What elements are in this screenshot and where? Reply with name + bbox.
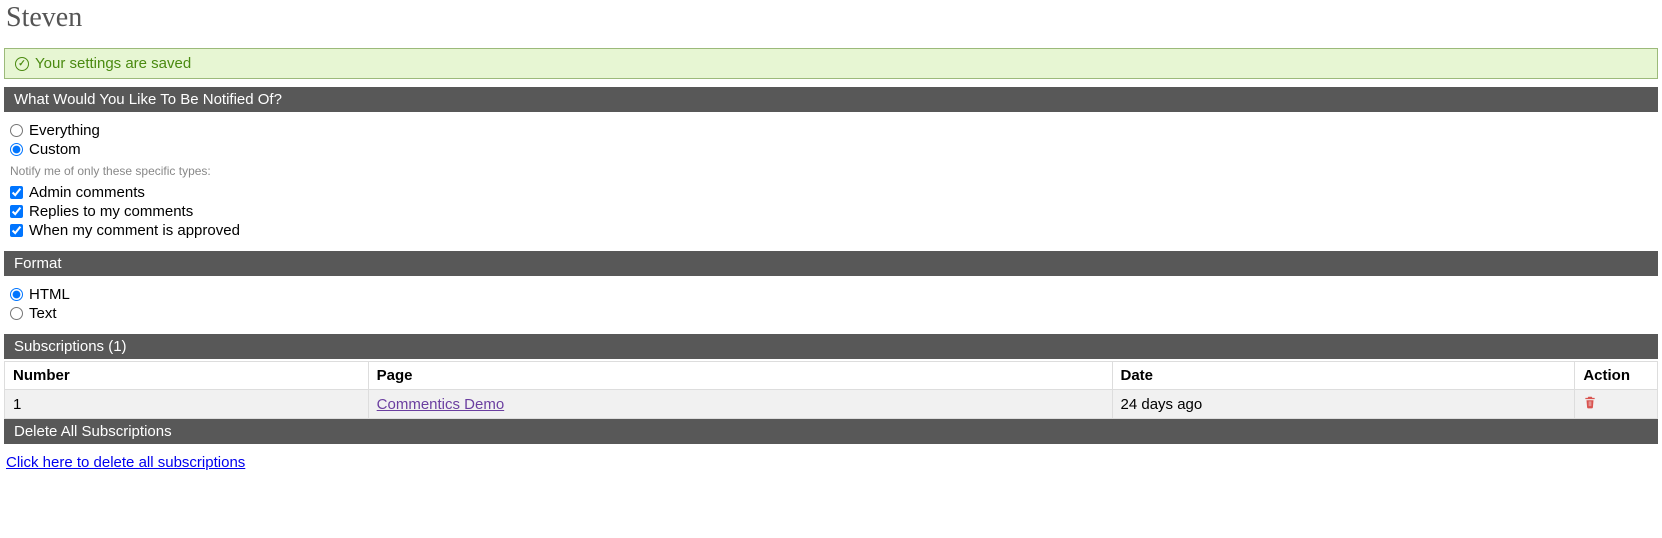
page-title: Steven <box>6 2 1658 34</box>
notify-hint: Notify me of only these specific types: <box>10 164 1652 178</box>
check-circle-icon: ✓ <box>15 57 29 71</box>
cell-action <box>1575 390 1658 419</box>
check-replies-label: Replies to my comments <box>29 203 193 220</box>
table-row: 1 Commentics Demo 24 days ago <box>5 390 1658 419</box>
radio-text[interactable] <box>10 307 23 320</box>
subscription-page-link[interactable]: Commentics Demo <box>377 396 505 413</box>
col-page-header: Page <box>368 362 1112 390</box>
trash-icon[interactable] <box>1583 396 1597 413</box>
radio-everything[interactable] <box>10 124 23 137</box>
notify-section-body: Everything Custom Notify me of only thes… <box>4 112 1658 251</box>
check-approved[interactable] <box>10 224 23 237</box>
radio-custom-label: Custom <box>29 141 81 158</box>
alert-success: ✓ Your settings are saved <box>4 48 1658 79</box>
alert-message: Your settings are saved <box>35 55 191 72</box>
radio-everything-row[interactable]: Everything <box>10 122 1652 139</box>
check-replies-row[interactable]: Replies to my comments <box>10 203 1652 220</box>
col-date-header: Date <box>1112 362 1575 390</box>
subscriptions-section-header: Subscriptions (1) <box>4 334 1658 359</box>
cell-number: 1 <box>5 390 369 419</box>
radio-html[interactable] <box>10 288 23 301</box>
col-action-header: Action <box>1575 362 1658 390</box>
radio-everything-label: Everything <box>29 122 100 139</box>
radio-custom[interactable] <box>10 143 23 156</box>
format-section-body: HTML Text <box>4 276 1658 334</box>
radio-html-row[interactable]: HTML <box>10 286 1652 303</box>
col-number-header: Number <box>5 362 369 390</box>
check-replies[interactable] <box>10 205 23 218</box>
delete-all-link[interactable]: Click here to delete all subscriptions <box>6 454 245 471</box>
format-section-header: Format <box>4 251 1658 276</box>
radio-custom-row[interactable]: Custom <box>10 141 1652 158</box>
radio-text-label: Text <box>29 305 57 322</box>
cell-page: Commentics Demo <box>368 390 1112 419</box>
radio-html-label: HTML <box>29 286 70 303</box>
delete-all-section-header: Delete All Subscriptions <box>4 419 1658 444</box>
cell-date: 24 days ago <box>1112 390 1575 419</box>
check-admin[interactable] <box>10 186 23 199</box>
check-admin-row[interactable]: Admin comments <box>10 184 1652 201</box>
check-approved-row[interactable]: When my comment is approved <box>10 222 1652 239</box>
check-approved-label: When my comment is approved <box>29 222 240 239</box>
subscriptions-table: Number Page Date Action 1 Commentics Dem… <box>4 361 1658 419</box>
table-header-row: Number Page Date Action <box>5 362 1658 390</box>
check-admin-label: Admin comments <box>29 184 145 201</box>
radio-text-row[interactable]: Text <box>10 305 1652 322</box>
notify-section-header: What Would You Like To Be Notified Of? <box>4 87 1658 112</box>
